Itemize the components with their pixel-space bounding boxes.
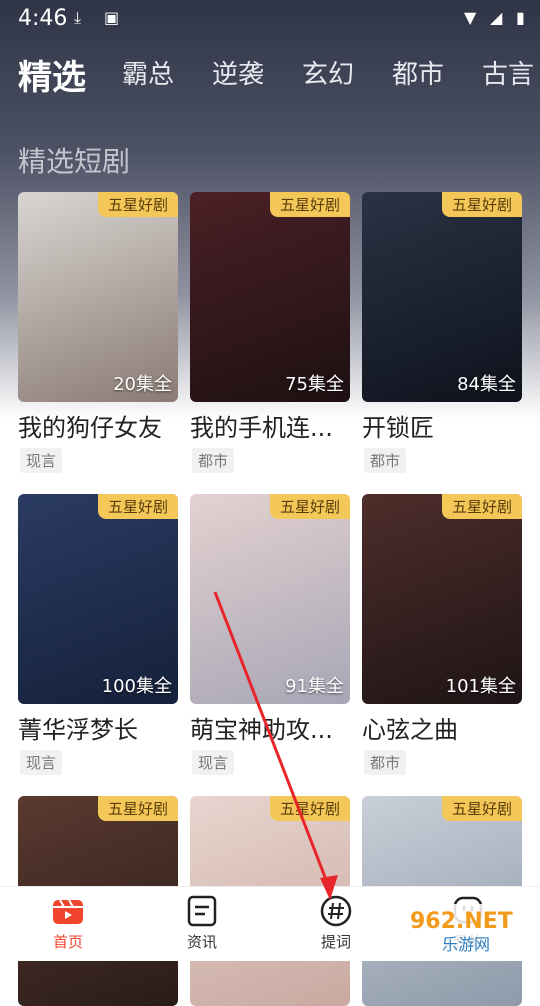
genre-tag: 现言 bbox=[20, 448, 63, 473]
tab-fantasy[interactable]: 玄幻 bbox=[302, 54, 354, 91]
video-icon bbox=[53, 899, 83, 924]
poster-image[interactable]: 五星好剧 100集全 bbox=[18, 494, 178, 704]
genre-tag: 现言 bbox=[192, 750, 235, 775]
tab-featured[interactable]: 精选 bbox=[18, 50, 86, 99]
nav-news[interactable]: 资讯 bbox=[162, 893, 242, 952]
drama-title[interactable]: 我的狗仔女友 bbox=[18, 408, 188, 443]
genre-tag: 都市 bbox=[364, 750, 407, 775]
rating-badge: 五星好剧 bbox=[441, 192, 522, 217]
nav-news-label: 资讯 bbox=[186, 933, 217, 951]
signal-icon: ◢ bbox=[490, 8, 503, 27]
genre-tag: 现言 bbox=[20, 750, 63, 775]
nav-home-label: 首页 bbox=[52, 933, 83, 951]
tab-ceo[interactable]: 霸总 bbox=[122, 54, 174, 91]
rating-badge: 五星好剧 bbox=[97, 494, 178, 519]
status-bar: 4:46 ⤓ ▣ ▼ ◢ ▮ bbox=[0, 0, 540, 36]
nav-prompt-label: 提词 bbox=[320, 933, 351, 951]
download-icon: ⤓ bbox=[74, 8, 82, 27]
rating-badge: 五星好剧 bbox=[441, 796, 522, 821]
category-tabs: 精选 霸总 逆袭 玄幻 都市 古言 bbox=[0, 54, 540, 104]
drama-title[interactable]: 萌宝神助攻... bbox=[190, 710, 360, 745]
tab-urban[interactable]: 都市 bbox=[392, 54, 444, 91]
svg-text:962.NET: 962.NET bbox=[410, 909, 513, 934]
wifi-icon: ▼ bbox=[464, 8, 477, 27]
episode-count: 101集全 bbox=[445, 676, 516, 697]
hashtag-icon bbox=[320, 895, 352, 927]
drama-title[interactable]: 菁华浮梦长 bbox=[18, 710, 188, 745]
section-title: 精选短剧 bbox=[18, 145, 131, 178]
genre-tag: 都市 bbox=[192, 448, 235, 473]
episode-count: 75集全 bbox=[285, 374, 344, 395]
episode-count: 91集全 bbox=[285, 676, 344, 697]
genre-tag: 都市 bbox=[364, 448, 407, 473]
episode-count: 20集全 bbox=[113, 374, 172, 395]
nav-prompt[interactable]: 提词 bbox=[296, 893, 376, 952]
svg-text:乐游网: 乐游网 bbox=[442, 935, 490, 954]
doc-icon bbox=[187, 895, 217, 927]
poster-image[interactable]: 五星好剧 91集全 bbox=[190, 494, 350, 704]
rating-badge: 五星好剧 bbox=[269, 494, 350, 519]
app-notification-icon: ▣ bbox=[104, 8, 120, 27]
rating-badge: 五星好剧 bbox=[269, 796, 350, 821]
poster-image[interactable]: 五星好剧 75集全 bbox=[190, 192, 350, 402]
status-time: 4:46 bbox=[18, 6, 68, 31]
drama-title[interactable]: 开锁匠 bbox=[362, 408, 532, 443]
rating-badge: 五星好剧 bbox=[97, 192, 178, 217]
drama-title[interactable]: 心弦之曲 bbox=[362, 710, 532, 745]
episode-count: 84集全 bbox=[457, 374, 516, 395]
battery-icon: ▮ bbox=[516, 8, 525, 27]
watermark-logo: 962.NET 乐游网 bbox=[402, 904, 532, 954]
tab-comeback[interactable]: 逆袭 bbox=[212, 54, 264, 91]
poster-image[interactable]: 五星好剧 84集全 bbox=[362, 192, 522, 402]
episode-count: 100集全 bbox=[101, 676, 172, 697]
rating-badge: 五星好剧 bbox=[269, 192, 350, 217]
tab-ancient[interactable]: 古言 bbox=[482, 54, 534, 91]
nav-home[interactable]: 首页 bbox=[28, 893, 108, 952]
poster-image[interactable]: 五星好剧 101集全 bbox=[362, 494, 522, 704]
poster-image[interactable]: 五星好剧 20集全 bbox=[18, 192, 178, 402]
rating-badge: 五星好剧 bbox=[97, 796, 178, 821]
drama-title[interactable]: 我的手机连... bbox=[190, 408, 360, 443]
rating-badge: 五星好剧 bbox=[441, 494, 522, 519]
